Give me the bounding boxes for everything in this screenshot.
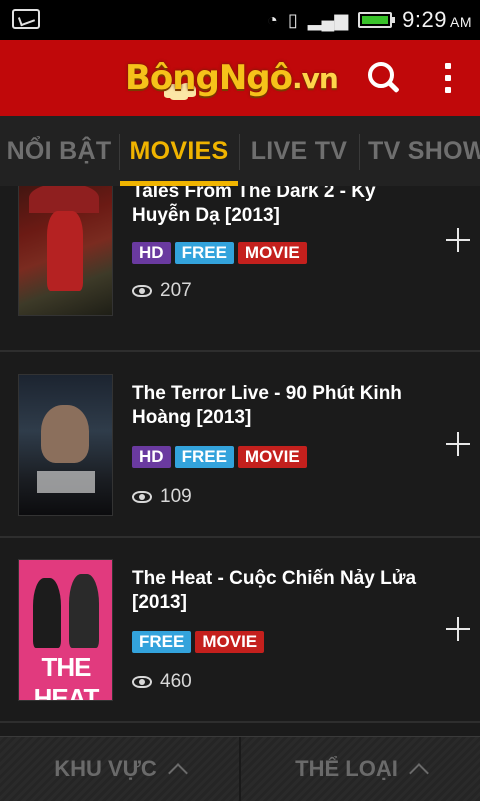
- free-badge: FREE: [174, 446, 234, 468]
- sim-icon: ▯: [287, 9, 298, 30]
- app-logo[interactable]: BôngNgô .vn: [125, 48, 339, 108]
- movie-poster[interactable]: [18, 186, 113, 316]
- hd-badge: HD: [132, 446, 171, 468]
- list-item[interactable]: THE HEAT The Heat - Cuộc Chiến Nảy Lửa […: [0, 537, 480, 723]
- bottom-filter-bar: KHU VỰC THỂ LOẠI: [0, 736, 480, 801]
- battery-icon: [358, 12, 396, 28]
- view-count-value: 207: [160, 280, 192, 301]
- logo-domain: .vn: [291, 61, 339, 95]
- tab-movies[interactable]: MOVIES: [120, 116, 238, 186]
- status-bar: ◔ ▯ ▂▄▆ 9:29 AM: [0, 0, 480, 40]
- view-count-value: 460: [160, 671, 192, 692]
- overflow-menu-button[interactable]: [436, 58, 460, 98]
- view-count: 460: [132, 671, 192, 693]
- view-count: 207: [132, 280, 192, 302]
- tab-live-tv[interactable]: LIVE TV: [240, 116, 358, 186]
- category-tabs: NỔI BẬT MOVIES LIVE TV TV SHOW: [0, 116, 480, 187]
- movie-badge: MOVIE: [195, 631, 265, 653]
- add-button[interactable]: [444, 226, 472, 254]
- clock: 9:29 AM: [402, 7, 472, 33]
- movie-poster[interactable]: [18, 374, 113, 516]
- view-count-value: 109: [160, 486, 192, 507]
- chevron-up-icon: [408, 763, 429, 783]
- notification-icon: [12, 9, 40, 29]
- signal-icon: ▂▄▆: [307, 9, 349, 30]
- logo-text: BôngNgô: [125, 58, 293, 98]
- movie-badge: MOVIE: [237, 242, 307, 264]
- poster-title: THE HEAT: [33, 652, 100, 701]
- genre-filter-label: THỂ LOẠI: [295, 756, 398, 781]
- add-button[interactable]: [444, 615, 472, 643]
- movie-badges: FREE MOVIE: [132, 631, 265, 653]
- region-filter-label: KHU VỰC: [54, 756, 157, 781]
- wifi-icon: ◔: [266, 9, 278, 30]
- movie-title[interactable]: Tales From The Dark 2 - Kỳ Huyễn Dạ [201…: [132, 186, 422, 228]
- clock-ampm: AM: [450, 14, 472, 30]
- clock-time: 9:29: [402, 7, 447, 32]
- chevron-up-icon: [167, 763, 188, 783]
- tab-noi-bat[interactable]: NỔI BẬT: [0, 116, 118, 186]
- free-badge: FREE: [132, 631, 192, 653]
- region-filter-button[interactable]: KHU VỰC: [0, 737, 239, 801]
- list-item[interactable]: Tales From The Dark 2 - Kỳ Huyễn Dạ [201…: [0, 186, 480, 352]
- search-button[interactable]: [362, 58, 402, 98]
- add-button[interactable]: [444, 430, 472, 458]
- movie-poster[interactable]: THE HEAT: [18, 559, 113, 701]
- hd-badge: HD: [132, 242, 171, 264]
- movie-title[interactable]: The Heat - Cuộc Chiến Nảy Lửa [2013]: [132, 567, 422, 615]
- eye-icon: [132, 676, 152, 688]
- eye-icon: [132, 285, 152, 297]
- eye-icon: [132, 491, 152, 503]
- status-icons: ◔ ▯ ▂▄▆ 9:29 AM: [267, 0, 472, 40]
- list-item[interactable]: The Terror Live - 90 Phút Kinh Hoàng [20…: [0, 352, 480, 538]
- movie-title[interactable]: The Terror Live - 90 Phút Kinh Hoàng [20…: [132, 382, 422, 430]
- movie-list: Tales From The Dark 2 - Kỳ Huyễn Dạ [201…: [0, 186, 480, 736]
- tab-tv-show[interactable]: TV SHOW: [360, 116, 480, 186]
- genre-filter-button[interactable]: THỂ LOẠI: [241, 737, 480, 801]
- free-badge: FREE: [174, 242, 234, 264]
- view-count: 109: [132, 486, 192, 508]
- movie-badge: MOVIE: [237, 446, 307, 468]
- app-bar: BôngNgô .vn: [0, 40, 480, 116]
- movie-badges: HD FREE MOVIE: [132, 242, 307, 264]
- movie-badges: HD FREE MOVIE: [132, 446, 307, 468]
